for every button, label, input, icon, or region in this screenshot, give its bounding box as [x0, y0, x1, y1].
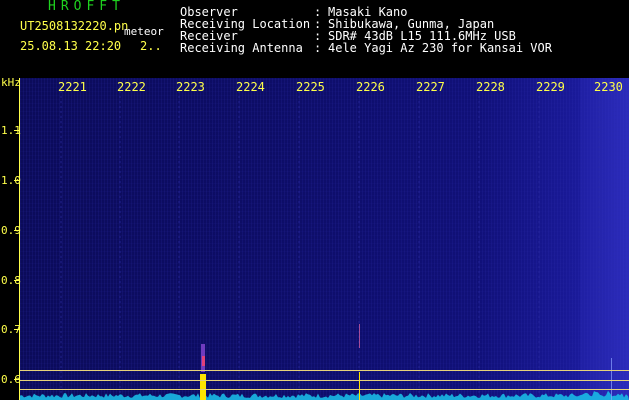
noise-floor [20, 390, 629, 400]
app-title: HROFFT [48, 0, 125, 14]
file-name: UT2508132220.pn [20, 19, 129, 33]
extra-indicator: 2.. [140, 39, 162, 53]
timestamp: 25.08.13 22:20 [20, 39, 122, 53]
y-tick-mark [14, 230, 20, 231]
meteor-echo-bar [200, 374, 206, 400]
reference-line [20, 370, 629, 371]
time-tick-label: 2227 [416, 80, 445, 94]
y-tick-mark [14, 130, 20, 131]
y-tick-mark [14, 180, 20, 181]
time-tick-label: 2222 [117, 80, 146, 94]
reference-line [20, 380, 629, 381]
time-tick-label: 2221 [58, 80, 87, 94]
time-tick-label: 2230 [594, 80, 623, 94]
y-tick-mark [14, 280, 20, 281]
antenna-label: Receiving Antenna [180, 41, 303, 55]
meteor-echo-weak [359, 372, 360, 400]
waterfall-spectrogram [20, 78, 629, 400]
antenna-colon: : [314, 41, 322, 55]
edge-trace [611, 358, 612, 400]
frequency-unit-label: kHz [1, 76, 21, 89]
time-tick-label: 2226 [356, 80, 385, 94]
meteor-echo-weak-head [359, 324, 360, 348]
mode-label: meteor [124, 25, 164, 38]
hrofft-window: HROFFT UT2508132220.pn meteor 25.08.13 2… [0, 0, 629, 400]
antenna-value: 4ele Yagi Az 230 for Kansai VOR [328, 41, 552, 55]
y-tick-mark [14, 329, 20, 330]
time-tick-label: 2228 [476, 80, 505, 94]
meteor-echo-core [202, 356, 205, 366]
reference-line [20, 389, 629, 390]
time-tick-label: 2224 [236, 80, 265, 94]
time-tick-label: 2225 [296, 80, 325, 94]
time-tick-label: 2223 [176, 80, 205, 94]
time-tick-label: 2229 [536, 80, 565, 94]
bright-band [580, 78, 629, 400]
waterfall-overlay [20, 78, 629, 400]
